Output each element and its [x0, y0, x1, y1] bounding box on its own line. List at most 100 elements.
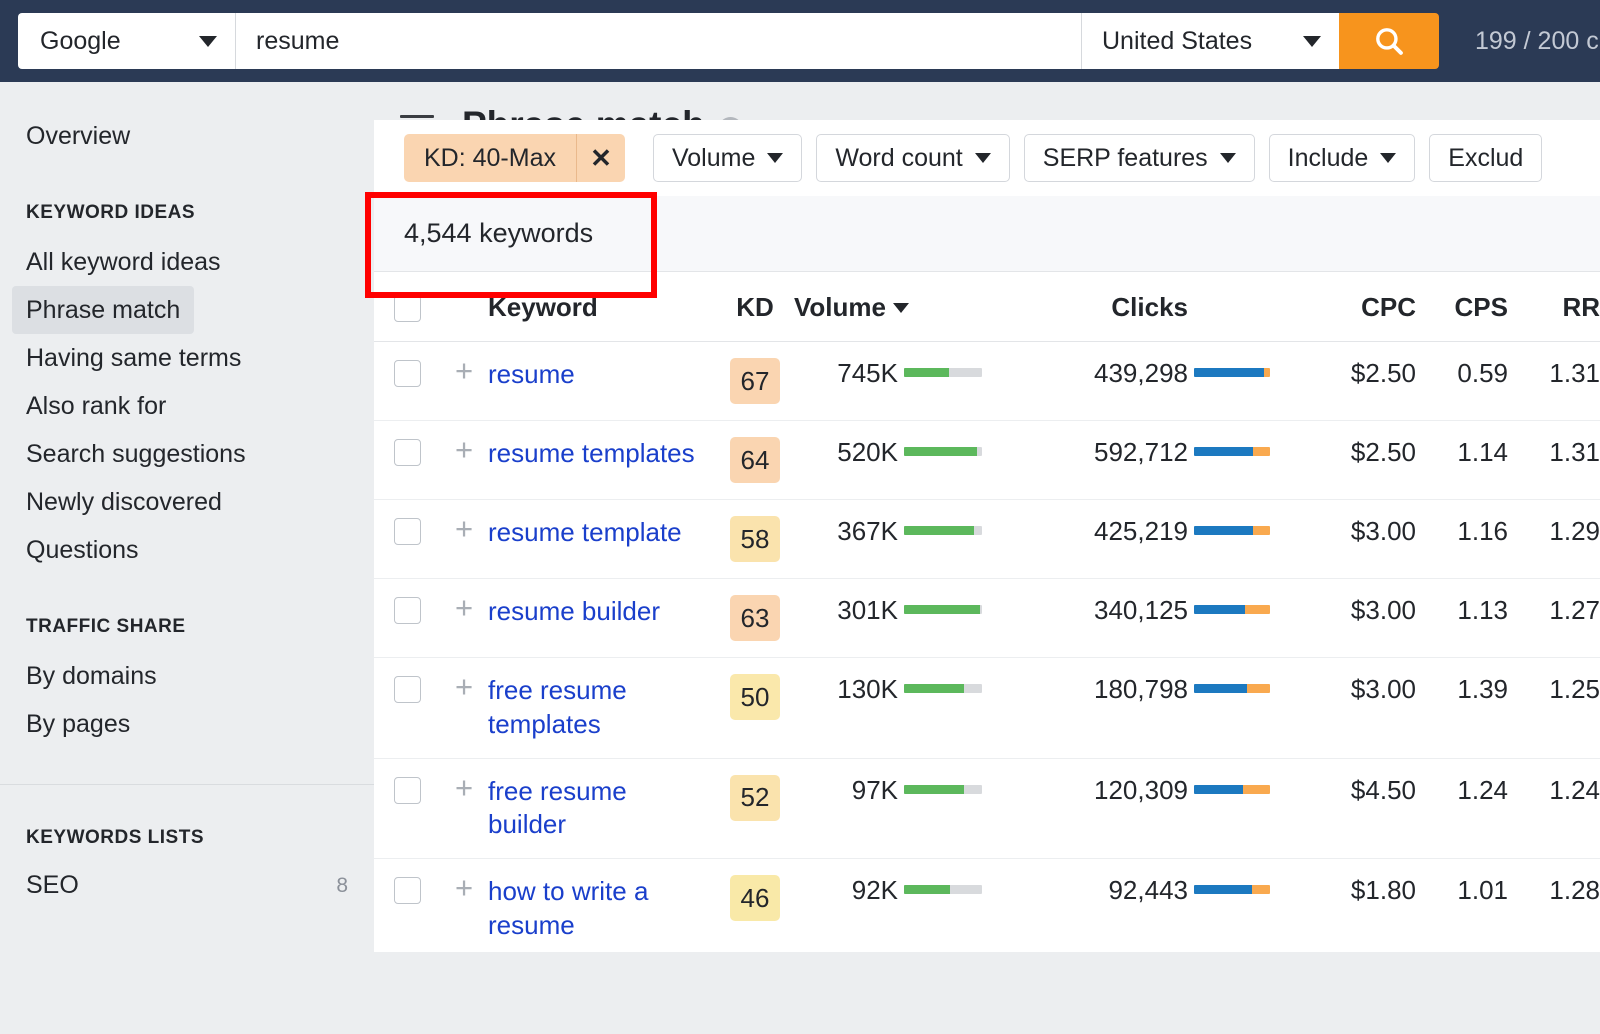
add-keyword-icon[interactable]: + [440, 671, 488, 702]
volume-cell: 301K [837, 595, 898, 625]
search-query-value: resume [256, 26, 340, 55]
kd-filter-chip-label: KD: 40-Max [404, 134, 577, 182]
filter-serp-features-button[interactable]: SERP features [1023, 134, 1255, 182]
rr-cell: 1.29 [1549, 516, 1600, 546]
search-engine-select[interactable]: Google [18, 13, 236, 69]
filter-volume-button[interactable]: Volume [652, 134, 803, 182]
add-keyword-icon[interactable]: + [440, 355, 488, 386]
table-row[interactable]: + how to write a resume 46 92K 92,443 $1.80 1.… [374, 859, 1600, 960]
sidebar-item-phrase-match[interactable]: Phrase match [12, 286, 195, 334]
search-engine-value: Google [40, 26, 121, 55]
rr-cell: 1.24 [1549, 774, 1600, 805]
filter-exclude-label: Exclud [1448, 143, 1524, 172]
close-x-icon[interactable]: ✕ [577, 134, 625, 182]
column-header-kd[interactable]: KD [716, 292, 794, 323]
volume-bar-cell [904, 595, 1022, 614]
sidebar-item-having-same-terms[interactable]: Having same terms [12, 334, 255, 382]
chevron-down-icon [1380, 153, 1397, 163]
clicks-cell: 592,712 [1094, 437, 1188, 467]
row-checkbox[interactable] [393, 776, 421, 804]
credits-counter: 199 / 200 c [1475, 26, 1599, 55]
clicks-split-bar [1194, 526, 1270, 535]
sidebar-item-questions[interactable]: Questions [12, 526, 153, 574]
cpc-cell: $4.50 [1350, 774, 1416, 805]
cpc-cell: $3.00 [1350, 516, 1416, 546]
cps-cell: 1.01 [1457, 875, 1508, 906]
kd-cell: 58 [716, 516, 794, 562]
clicks-split-bar [1194, 605, 1270, 614]
keyword-link[interactable]: how to write a resume [488, 875, 706, 943]
keyword-link[interactable]: free resume templates [488, 674, 706, 742]
cpc-cell: $1.80 [1350, 875, 1416, 906]
volume-bar-cell [904, 775, 1022, 794]
sidebar-divider [0, 784, 374, 785]
filter-volume-label: Volume [671, 143, 756, 172]
clicks-cell: 439,298 [1094, 358, 1188, 388]
clicks-split-bar [1194, 885, 1270, 895]
row-checkbox[interactable] [393, 597, 421, 624]
filter-word-count-button[interactable]: Word count [816, 134, 1010, 182]
keyword-link[interactable]: resume templates [488, 437, 695, 471]
keyword-link[interactable]: resume builder [488, 595, 660, 629]
row-select-cell [374, 875, 440, 905]
keyword-link[interactable]: free resume builder [488, 775, 706, 843]
keywords-table: Keyword KD Volume Clicks CPC CPS RR + res… [374, 272, 1600, 960]
row-checkbox[interactable] [393, 360, 421, 387]
column-header-cpc[interactable]: CPC [1314, 292, 1416, 323]
filter-word-count-label: Word count [835, 143, 963, 172]
table-body: + resume 67 745K 439,298 $2.50 0.59 1.31 + resume… [374, 342, 1600, 960]
sidebar-item-by-domains[interactable]: By domains [12, 652, 171, 700]
volume-bar-cell [904, 875, 1022, 895]
row-checkbox[interactable] [393, 877, 421, 905]
filter-bar: KD: 40-Max ✕ Volume Word count SERP feat… [374, 120, 1600, 196]
cps-cell: 1.39 [1457, 674, 1508, 704]
row-checkbox[interactable] [393, 518, 421, 545]
sidebar-item-newly-discovered[interactable]: Newly discovered [12, 478, 236, 526]
rr-cell: 1.31 [1549, 358, 1600, 388]
table-row[interactable]: + resume templates 64 520K 592,712 $2.50 1.14 1… [374, 421, 1600, 500]
table-row[interactable]: + resume builder 63 301K 340,125 $3.00 1.13 1.2… [374, 579, 1600, 658]
country-select[interactable]: United States [1081, 13, 1339, 69]
column-header-cps[interactable]: CPS [1416, 292, 1508, 323]
table-row[interactable]: + resume 67 745K 439,298 $2.50 0.59 1.31 [374, 342, 1600, 421]
filter-exclude-button[interactable]: Exclud [1429, 134, 1543, 182]
search-query-input[interactable]: resume [236, 13, 1081, 69]
column-header-rr[interactable]: RR [1508, 292, 1600, 323]
volume-bar [904, 526, 982, 535]
table-row[interactable]: + resume template 58 367K 425,219 $3.00 1.16 1.… [374, 500, 1600, 579]
volume-bar [904, 368, 982, 377]
keyword-link[interactable]: resume template [488, 516, 682, 550]
sidebar-item-search-suggestions[interactable]: Search suggestions [12, 430, 260, 478]
clicks-split-cell [1194, 358, 1314, 377]
keyword-link[interactable]: resume [488, 358, 575, 392]
sidebar-item-overview[interactable]: Overview [12, 112, 144, 160]
column-header-volume[interactable]: Volume [794, 292, 909, 323]
row-select-cell [374, 516, 440, 545]
add-keyword-icon[interactable]: + [440, 592, 488, 623]
select-all-checkbox[interactable] [393, 295, 421, 322]
volume-bar-cell [904, 437, 1022, 456]
filter-include-button[interactable]: Include [1268, 134, 1416, 182]
sidebar-item-all-keyword-ideas[interactable]: All keyword ideas [12, 238, 235, 286]
add-keyword-icon[interactable]: + [440, 513, 488, 544]
cpc-cell: $2.50 [1350, 437, 1416, 467]
table-row[interactable]: + free resume builder 52 97K 120,309 $4.50 1.2… [374, 759, 1600, 860]
column-header-clicks[interactable]: Clicks [1022, 292, 1194, 323]
chevron-down-icon [974, 153, 991, 163]
sidebar: Overview KEYWORD IDEAS All keyword ideas… [0, 82, 374, 1034]
row-checkbox[interactable] [393, 676, 421, 703]
table-row[interactable]: + free resume templates 50 130K 180,798 $3.00… [374, 658, 1600, 759]
add-keyword-icon[interactable]: + [440, 771, 488, 802]
sidebar-item-by-pages[interactable]: By pages [12, 700, 144, 748]
sidebar-item-also-rank-for[interactable]: Also rank for [12, 382, 180, 430]
add-keyword-icon[interactable]: + [440, 872, 488, 903]
clicks-split-cell [1194, 674, 1314, 693]
kd-cell: 64 [716, 437, 794, 483]
add-keyword-icon[interactable]: + [440, 434, 488, 465]
search-button[interactable] [1339, 13, 1439, 69]
sidebar-item-seo-list[interactable]: SEO 8 [12, 863, 362, 908]
column-header-keyword[interactable]: Keyword [488, 292, 716, 323]
row-checkbox[interactable] [393, 439, 421, 466]
sidebar-heading-keyword-ideas: KEYWORD IDEAS [26, 202, 196, 223]
kd-filter-chip[interactable]: KD: 40-Max ✕ [404, 134, 625, 182]
